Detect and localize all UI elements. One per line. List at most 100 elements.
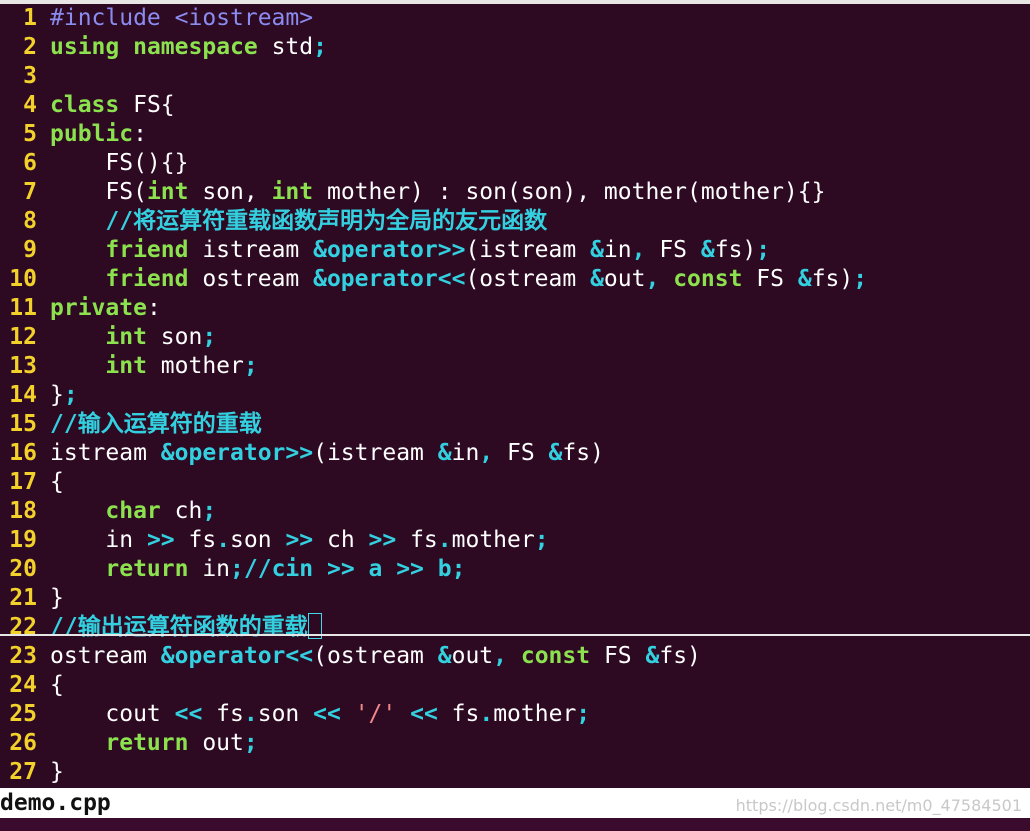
line-number: 27	[9, 759, 37, 785]
code-token: return	[105, 730, 189, 756]
code-line[interactable]: 21}	[0, 584, 1030, 613]
code-text: {	[50, 468, 64, 497]
code-token: &operator<<	[160, 643, 314, 669]
code-token: ;	[243, 353, 258, 379]
code-token: ;	[202, 324, 217, 350]
code-text: //输出运算符函数的重载	[50, 613, 322, 642]
code-line[interactable]: 7 FS(int son, int mother) : son(son), mo…	[0, 178, 1030, 207]
code-token: //输出运算符函数的重载	[50, 614, 308, 640]
code-token: ch	[160, 498, 203, 524]
code-line[interactable]: 1 #include <iostream>	[0, 4, 1030, 33]
code-line[interactable]: 5 public:	[0, 120, 1030, 149]
code-token: '/'	[354, 701, 397, 727]
code-line[interactable]: 16 istream &operator>>(istream &in, FS &f…	[0, 439, 1030, 468]
line-number: 10	[9, 266, 37, 292]
line-number: 20	[9, 556, 37, 582]
code-token: FS(){}	[50, 150, 189, 176]
code-token: {	[50, 672, 64, 698]
code-text: //将运算符重载函数声明为全局的友元函数	[50, 207, 547, 236]
line-number: 11	[9, 295, 37, 321]
code-line[interactable]: 6 FS(){}	[0, 149, 1030, 178]
line-number: 7	[23, 179, 37, 205]
code-token: }	[50, 759, 64, 785]
code-line[interactable]: 14};	[0, 381, 1030, 410]
code-token: fs)	[714, 237, 757, 263]
line-number: 13	[9, 353, 37, 379]
line-number: 21	[9, 585, 37, 611]
code-text: cout << fs.son << '/' << fs.mother;	[50, 700, 590, 729]
code-line[interactable]: 9 friend istream &operator>>(istream &in…	[0, 236, 1030, 265]
code-token: //将运算符重载函数声明为全局的友元函数	[105, 208, 548, 234]
code-line[interactable]: 27}	[0, 758, 1030, 787]
code-token: fs	[396, 527, 438, 553]
code-text: //输入运算符的重载	[50, 410, 262, 439]
code-line[interactable]: 24 {	[0, 671, 1030, 700]
code-token: return	[105, 556, 189, 582]
code-token: }	[50, 382, 64, 408]
code-line[interactable]: 26 return out;	[0, 729, 1030, 758]
code-text: }	[50, 584, 64, 613]
code-token: >>	[285, 527, 314, 553]
code-line[interactable]: 3	[0, 62, 1030, 91]
code-token: const	[520, 643, 591, 669]
code-line[interactable]: 13 int mother;	[0, 352, 1030, 381]
code-token: FS	[645, 237, 701, 263]
vim-window: 1 #include <iostream> 2 using namespace std…	[0, 0, 1030, 831]
code-token: :	[146, 295, 161, 321]
code-token: fs	[437, 701, 480, 727]
line-number: 5	[23, 121, 37, 147]
line-number: 1	[23, 5, 37, 31]
code-token: &	[590, 266, 604, 292]
code-token: int	[105, 353, 147, 379]
code-text: public:	[50, 120, 147, 149]
code-token: (ostream	[313, 643, 438, 669]
code-line[interactable]: 22 //输出运算符函数的重载	[0, 613, 1030, 642]
code-text: ostream &operator<<(ostream &out, const …	[50, 642, 701, 671]
code-editor[interactable]: 1 #include <iostream> 2 using namespace std…	[0, 4, 1030, 788]
code-token: fs)	[659, 643, 701, 669]
status-filename: demo.cpp	[0, 790, 111, 816]
code-token: private	[50, 295, 147, 321]
code-text: }	[50, 758, 64, 787]
code-token: mother	[451, 527, 535, 553]
code-token: int	[105, 324, 147, 350]
code-token: char	[105, 498, 161, 524]
line-number: 16	[9, 440, 37, 466]
code-line[interactable]: 18 char ch;	[0, 497, 1030, 526]
code-line[interactable]: 20 return in;//cin >> a >> b;	[0, 555, 1030, 584]
watermark-text: https://blog.csdn.net/m0_47584501	[735, 796, 1022, 815]
code-line[interactable]: 11 private:	[0, 294, 1030, 323]
code-line[interactable]: 12 int son;	[0, 323, 1030, 352]
code-token: istream	[50, 440, 161, 466]
code-token: son	[257, 701, 314, 727]
code-token: son	[146, 324, 203, 350]
code-token: >>	[368, 527, 397, 553]
code-line[interactable]: 19 in >> fs.son >> ch >> fs.mother;	[0, 526, 1030, 555]
code-token: int	[271, 179, 314, 205]
code-text: in >> fs.son >> ch >> fs.mother;	[50, 526, 549, 555]
code-token: ch	[313, 527, 369, 553]
code-text: FS(){}	[50, 149, 188, 178]
code-token: ,	[479, 440, 494, 466]
code-line[interactable]: 25 cout << fs.son << '/' << fs.mother;	[0, 700, 1030, 729]
code-line[interactable]: 8 //将运算符重载函数声明为全局的友元函数	[0, 207, 1030, 236]
code-line[interactable]: 17 {	[0, 468, 1030, 497]
code-token: .	[243, 701, 258, 727]
code-token: <<	[313, 701, 341, 727]
code-line[interactable]: 15 //输入运算符的重载	[0, 410, 1030, 439]
code-line[interactable]: 2 using namespace std;	[0, 33, 1030, 62]
code-text: return out;	[50, 729, 257, 758]
code-token: (ostream	[465, 266, 591, 292]
code-text: using namespace std;	[50, 33, 327, 62]
code-token: ;	[313, 34, 327, 60]
code-line[interactable]: 10 friend ostream &operator<<(ostream &o…	[0, 265, 1030, 294]
code-line[interactable]: 4 class FS{	[0, 91, 1030, 120]
code-line[interactable]: 23 ostream &operator<<(ostream &out, cons…	[0, 642, 1030, 671]
code-token: ;	[534, 527, 549, 553]
code-text: private:	[50, 294, 161, 323]
code-token: #include <iostream>	[50, 5, 314, 31]
